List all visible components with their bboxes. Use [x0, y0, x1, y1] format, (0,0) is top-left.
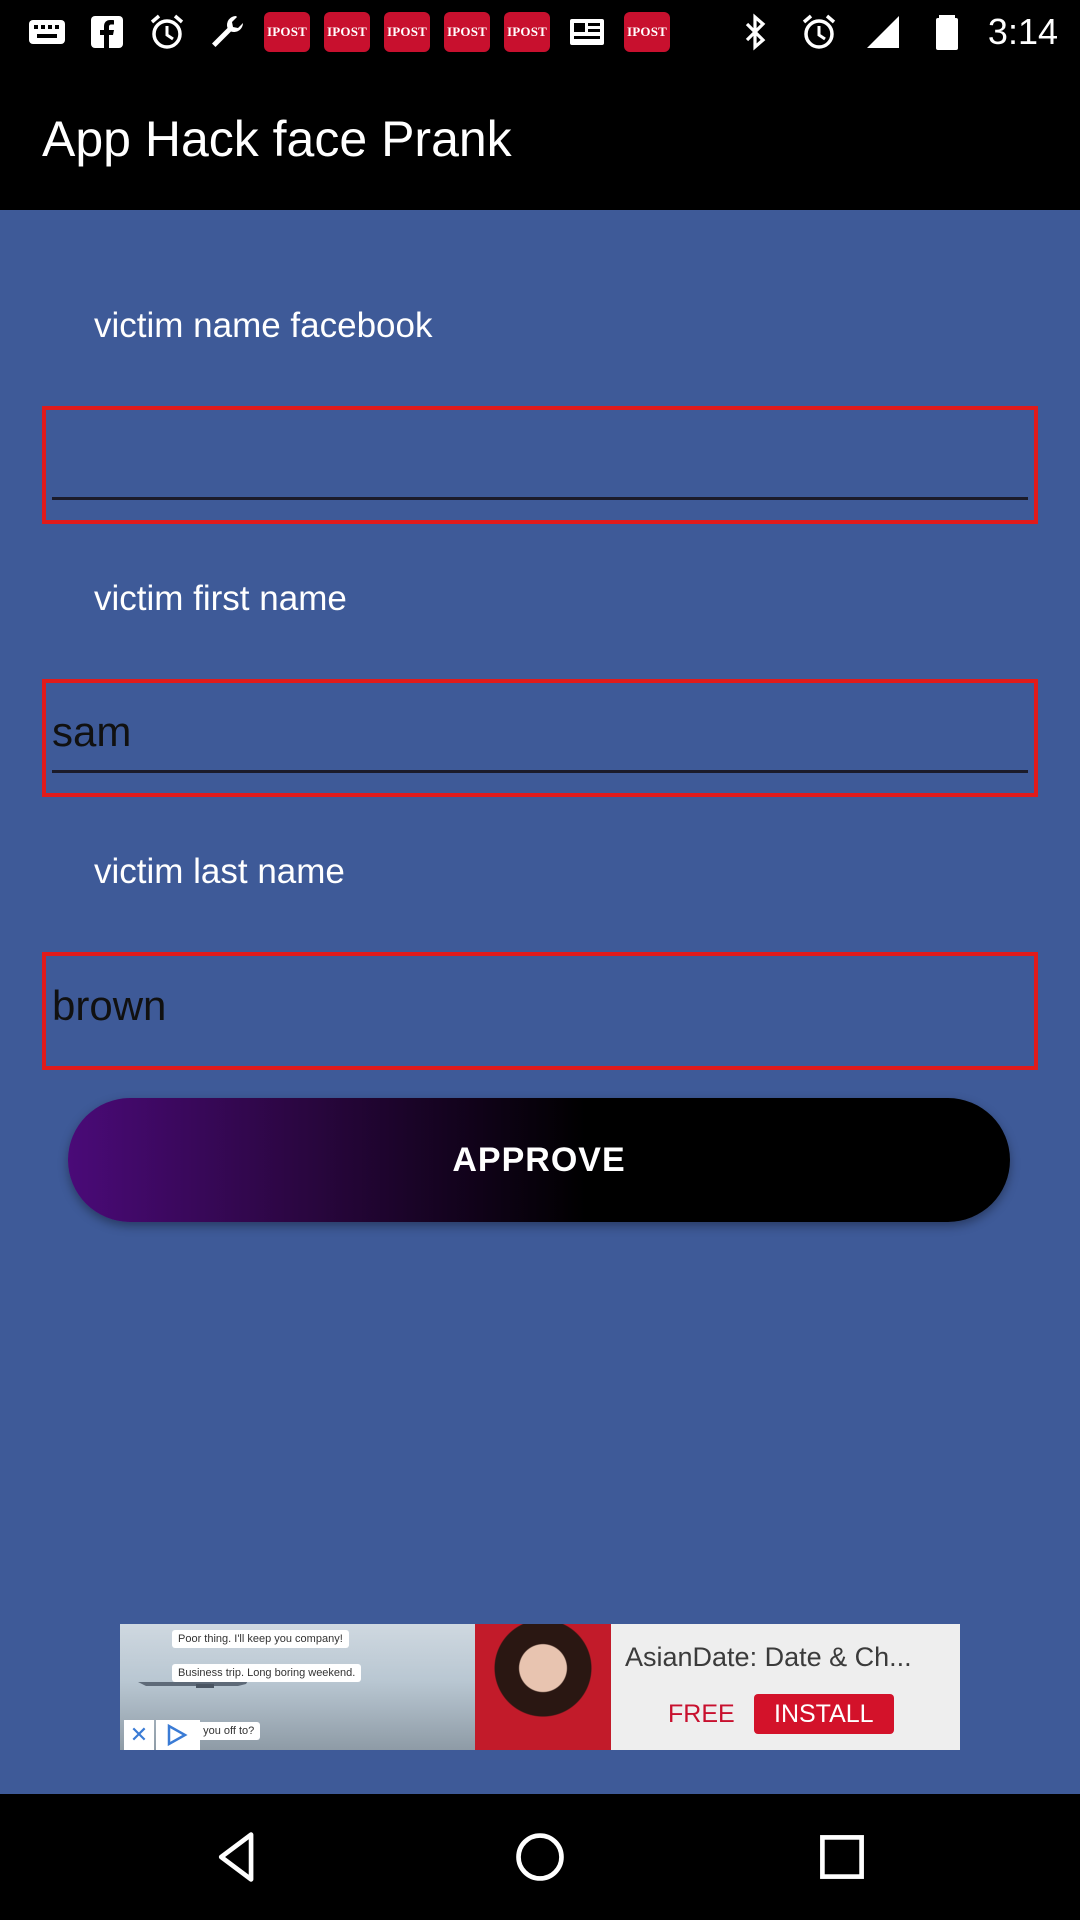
bluetooth-icon	[732, 12, 778, 52]
status-bar: IPOST IPOST IPOST IPOST IPOST IPOST 3:14	[0, 0, 1080, 62]
alarm-icon	[796, 12, 842, 52]
battery-icon	[924, 12, 970, 52]
ad-title: AsianDate: Date & Ch...	[625, 1642, 912, 1672]
approve-button[interactable]: APPROVE	[68, 1098, 1010, 1222]
first-name-input[interactable]	[52, 693, 1028, 773]
ipost-icon: IPOST	[264, 12, 310, 52]
app-bar: App Hack face Prank	[0, 62, 1080, 210]
ipost-icon: IPOST	[384, 12, 430, 52]
form-area: victim name facebook victim first name v…	[0, 210, 1080, 1794]
ipost-icon: IPOST	[504, 12, 550, 52]
adchoices-icon[interactable]	[156, 1720, 200, 1750]
clock: 3:14	[987, 11, 1058, 52]
news-icon	[564, 12, 610, 52]
page-title: App Hack face Prank	[42, 111, 512, 167]
last-name-input[interactable]	[52, 966, 1028, 1046]
ad-bubble: Poor thing. I'll keep you company!	[172, 1630, 349, 1648]
last-name-label: victim last name	[94, 852, 345, 891]
ipost-icon: IPOST	[324, 12, 370, 52]
install-button[interactable]: INSTALL	[754, 1694, 894, 1734]
recents-icon[interactable]	[812, 1827, 872, 1887]
home-icon[interactable]	[510, 1827, 570, 1887]
messages-icon	[24, 12, 70, 52]
ad-free-label: FREE	[668, 1700, 735, 1728]
facebook-name-input[interactable]	[52, 420, 1028, 500]
first-name-label: victim first name	[94, 579, 347, 618]
ipost-icon: IPOST	[624, 12, 670, 52]
navigation-bar	[0, 1794, 1080, 1920]
facebook-icon	[84, 12, 130, 52]
signal-icon	[860, 12, 906, 52]
alarm-icon	[144, 12, 190, 52]
back-icon[interactable]	[208, 1827, 268, 1887]
facebook-name-label: victim name facebook	[94, 306, 433, 345]
wrench-icon	[204, 12, 250, 52]
ad-banner[interactable]: Poor thing. I'll keep you company! Busin…	[120, 1624, 960, 1750]
status-right: 3:14	[732, 10, 1058, 54]
ad-photo	[475, 1624, 611, 1750]
close-icon[interactable]: ✕	[124, 1720, 154, 1750]
notification-icons: IPOST IPOST IPOST IPOST IPOST IPOST	[24, 12, 670, 52]
ad-bubble: Business trip. Long boring weekend.	[172, 1664, 362, 1682]
ipost-icon: IPOST	[444, 12, 490, 52]
